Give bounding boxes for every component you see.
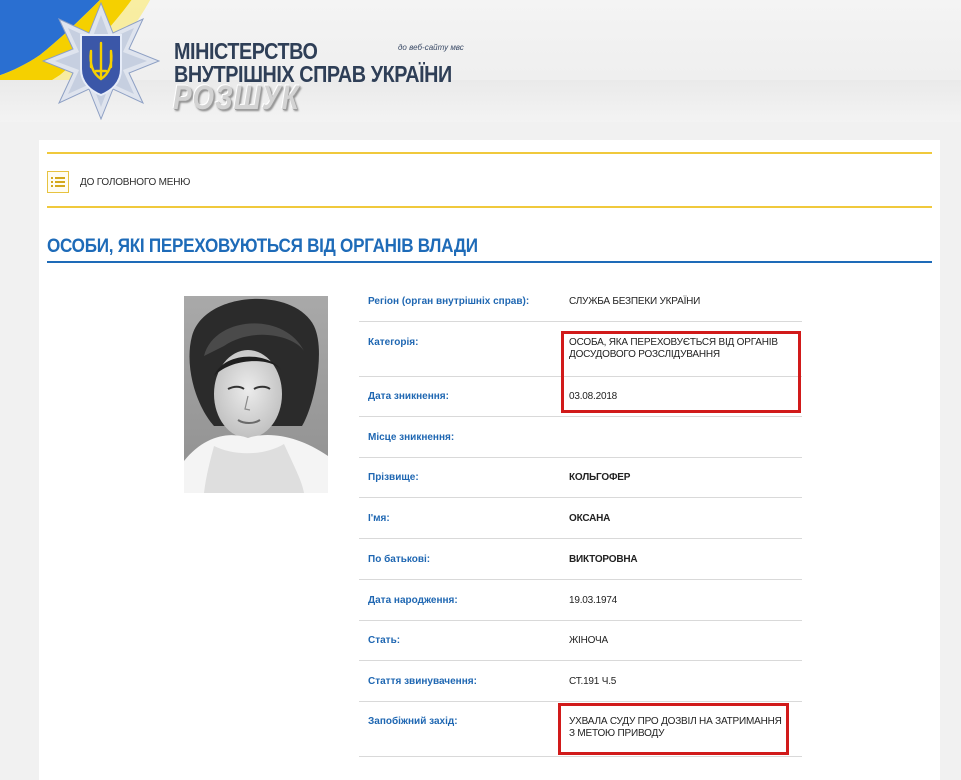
- info-value: КОЛЬГОФЕР: [569, 472, 631, 483]
- info-row-birth-date: Дата народження: 19.03.1974: [359, 595, 802, 621]
- title-underline: [47, 261, 932, 263]
- ministry-name-line1: МІНІСТЕРСТВО: [174, 38, 318, 64]
- info-label: По батькові:: [368, 554, 431, 565]
- person-photo: [184, 296, 328, 493]
- annotation-highlight-box: [558, 703, 789, 755]
- info-value: ВИКТОРОВНА: [569, 554, 638, 565]
- info-label: І'мя:: [368, 513, 390, 524]
- info-label: Дата зникнення:: [368, 391, 449, 402]
- info-row-patronymic: По батькові: ВИКТОРОВНА: [359, 554, 802, 580]
- info-label: Регіон (орган внутрішніх справ):: [368, 296, 530, 307]
- site-header: МІНІСТЕРСТВО ВНУТРІШНІХ СПРАВ УКРАЇНИ до…: [0, 0, 961, 122]
- info-row-first-name: І'мя: ОКСАНА: [359, 513, 802, 539]
- police-star-emblem-icon: [42, 2, 160, 120]
- content-card: ДО ГОЛОВНОГО МЕНЮ ОСОБИ, ЯКІ ПЕРЕХОВУЮТЬ…: [39, 140, 940, 780]
- info-label: Прізвище:: [368, 472, 419, 483]
- annotation-highlight-box: [561, 331, 801, 413]
- section-wordmark: РОЗШУК: [173, 79, 300, 117]
- info-row-sex: Стать: ЖІНОЧА: [359, 635, 802, 661]
- info-label: Місце зникнення:: [368, 432, 455, 443]
- info-label: Категорія:: [368, 337, 419, 348]
- info-value: СЛУЖБА БЕЗПЕКИ УКРАЇНИ: [569, 296, 701, 307]
- page-title: ОСОБИ, ЯКІ ПЕРЕХОВУЮТЬСЯ ВІД ОРГАНІВ ВЛА…: [47, 236, 478, 257]
- mvs-website-link[interactable]: до веб-сайту мвс: [398, 43, 464, 52]
- info-row-region: Регіон (орган внутрішніх справ): СЛУЖБА …: [359, 296, 802, 322]
- info-row-charge-article: Стаття звинувачення: СТ.191 Ч.5: [359, 676, 802, 702]
- main-menu-link[interactable]: ДО ГОЛОВНОГО МЕНЮ: [80, 177, 190, 188]
- info-value: СТ.191 Ч.5: [569, 676, 617, 687]
- info-label: Стаття звинувачення:: [368, 676, 477, 687]
- info-row-disappearance-place: Місце зникнення:: [359, 432, 802, 458]
- info-label: Дата народження:: [368, 595, 458, 606]
- divider-top: [47, 152, 932, 154]
- info-value: ОКСАНА: [569, 513, 611, 524]
- info-value: ЖІНОЧА: [569, 635, 608, 646]
- info-value: 19.03.1974: [569, 595, 618, 606]
- info-label: Запобіжний захід:: [368, 716, 458, 727]
- divider-bottom: [47, 206, 932, 208]
- list-icon[interactable]: [47, 171, 69, 193]
- info-row-surname: Прізвище: КОЛЬГОФЕР: [359, 472, 802, 498]
- info-label: Стать:: [368, 635, 401, 646]
